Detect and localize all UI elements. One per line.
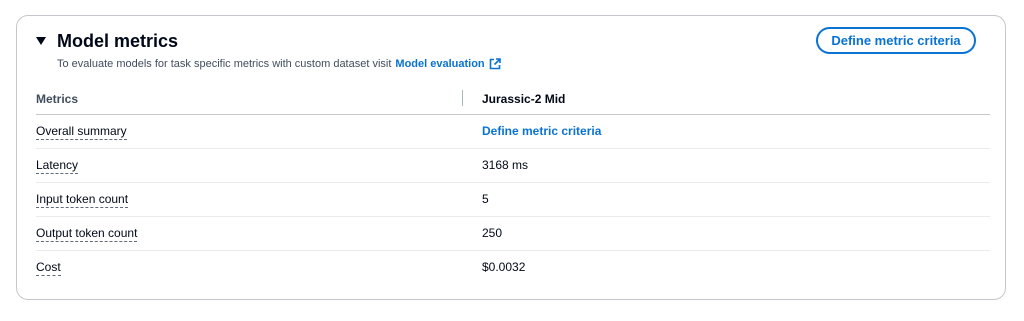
- description-text: To evaluate models for task specific met…: [57, 58, 392, 70]
- output-token-count-value: 250: [482, 226, 503, 240]
- model-evaluation-link[interactable]: Model evaluation: [395, 57, 484, 71]
- metric-input-token-count[interactable]: Input token count: [36, 192, 129, 208]
- model-metrics-panel: Model metrics To evaluate models for tas…: [16, 15, 1006, 300]
- table-header: Metrics Jurassic-2 Mid: [36, 84, 990, 115]
- metrics-table: Metrics Jurassic-2 Mid Overall summary D…: [36, 84, 990, 284]
- metric-output-token-count[interactable]: Output token count: [36, 226, 138, 242]
- section-header: Model metrics: [36, 30, 178, 52]
- column-header-metrics: Metrics: [36, 92, 79, 106]
- latency-value: 3168 ms: [482, 158, 529, 172]
- table-row: Latency 3168 ms: [36, 149, 990, 183]
- table-row: Overall summary Define metric criteria: [36, 115, 990, 149]
- define-metric-criteria-button[interactable]: Define metric criteria: [816, 27, 976, 54]
- caret-down-icon[interactable]: [36, 37, 46, 45]
- table-row: Output token count 250: [36, 217, 990, 251]
- table-row: Input token count 5: [36, 183, 990, 217]
- external-link-icon[interactable]: [489, 58, 501, 70]
- metric-cost[interactable]: Cost: [36, 260, 61, 276]
- metric-latency[interactable]: Latency: [36, 158, 79, 174]
- column-divider[interactable]: [462, 90, 463, 106]
- section-title[interactable]: Model metrics: [57, 30, 178, 52]
- cost-value: $0.0032: [482, 260, 526, 274]
- table-row: Cost $0.0032: [36, 251, 990, 284]
- define-metric-criteria-link[interactable]: Define metric criteria: [482, 124, 601, 139]
- column-header-model: Jurassic-2 Mid: [482, 92, 566, 106]
- section-description: To evaluate models for task specific met…: [57, 57, 501, 71]
- input-token-count-value: 5: [482, 192, 489, 206]
- metric-overall-summary[interactable]: Overall summary: [36, 124, 127, 140]
